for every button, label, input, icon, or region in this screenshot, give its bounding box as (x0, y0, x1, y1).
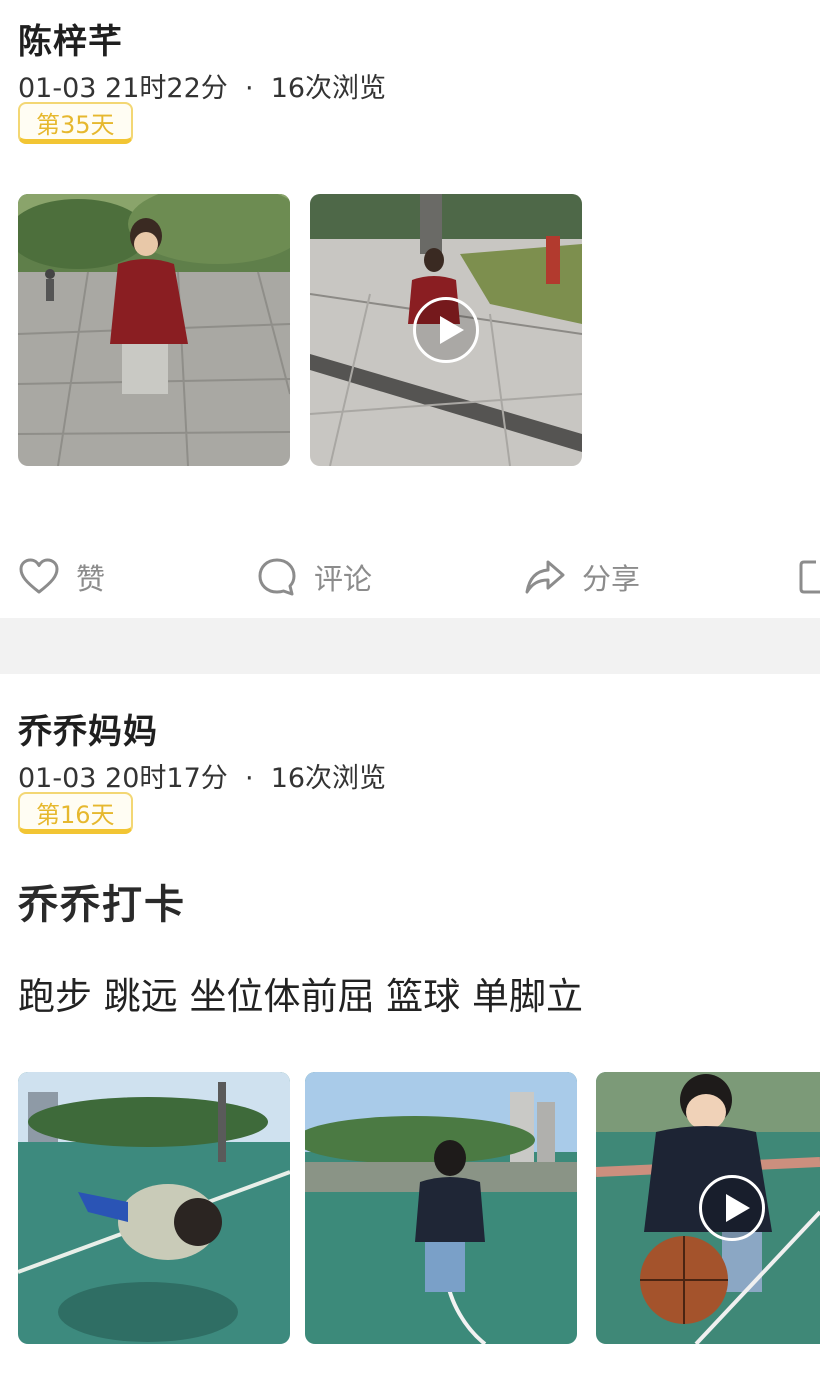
media-photo[interactable] (305, 1072, 577, 1344)
meta-dot: · (244, 763, 254, 794)
view-count: 16次浏览 (270, 73, 387, 104)
post-separator (0, 618, 820, 674)
view-count: 16次浏览 (270, 763, 387, 794)
photo-image (305, 1072, 577, 1344)
share-label: 分享 (582, 562, 641, 596)
comment-button[interactable]: 评论 (256, 554, 372, 600)
post-meta: 01-03 21时22分 · 16次浏览 (18, 66, 386, 105)
meta-dot: · (244, 73, 254, 104)
post-card: 乔乔妈妈 01-03 20时17分 · 16次浏览 第16天 乔乔打卡 跑步 跳… (0, 674, 820, 1400)
media-video[interactable] (310, 194, 582, 466)
media-photo[interactable] (18, 1072, 290, 1344)
post-meta: 01-03 20时17分 · 16次浏览 (18, 756, 386, 795)
post-body-text: 跑步 跳远 坐位体前屈 篮球 单脚立 (18, 975, 584, 1018)
edit-icon (798, 556, 820, 598)
author-name[interactable]: 乔乔妈妈 (18, 704, 158, 753)
play-icon[interactable] (413, 297, 479, 363)
author-name[interactable]: 陈梓芊 (18, 14, 123, 63)
play-icon[interactable] (699, 1175, 765, 1241)
post-time: 01-03 20时17分 (18, 763, 228, 794)
media-photo[interactable] (18, 194, 290, 466)
day-badge: 第16天 (18, 792, 133, 834)
photo-image (18, 194, 290, 466)
comment-label: 评论 (314, 562, 373, 596)
share-arrow-icon (524, 556, 566, 598)
post-title: 乔乔打卡 (18, 882, 186, 928)
like-label: 赞 (76, 562, 106, 596)
day-badge: 第35天 (18, 102, 133, 144)
more-action-button[interactable] (798, 554, 820, 600)
share-button[interactable]: 分享 (524, 554, 640, 600)
heart-icon (18, 556, 60, 598)
post-card: 陈梓芊 01-03 21时22分 · 16次浏览 第35天 赞 评论 分享 (0, 0, 820, 618)
photo-image (18, 1072, 290, 1344)
comment-bubble-icon (256, 556, 298, 598)
post-time: 01-03 21时22分 (18, 73, 228, 104)
like-button[interactable]: 赞 (18, 554, 105, 600)
media-video[interactable] (596, 1072, 820, 1344)
